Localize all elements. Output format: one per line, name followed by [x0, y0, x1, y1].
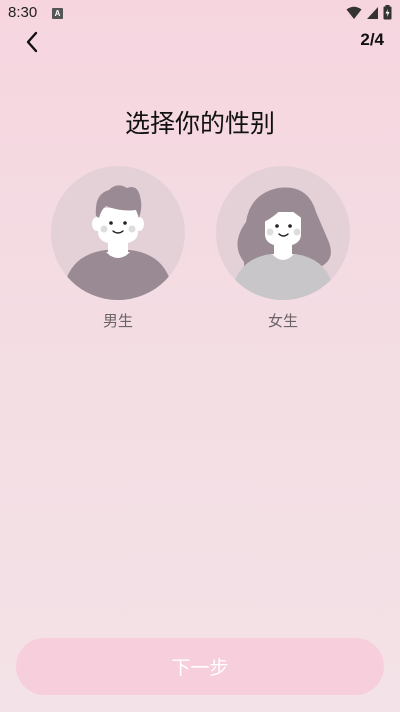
step-indicator: 2/4: [360, 30, 384, 49]
back-button[interactable]: [18, 28, 46, 56]
page-title: 选择你的性别: [124, 109, 275, 138]
chevron-left-icon: [26, 31, 38, 53]
male-avatar-icon: [51, 166, 185, 300]
gender-option-male[interactable]: 男生: [51, 166, 185, 331]
status-time: 8:30: [8, 4, 38, 21]
wifi-icon: [346, 6, 362, 19]
option-label-female: 女生: [267, 312, 298, 330]
status-icons: [346, 5, 392, 20]
female-avatar-icon: [216, 166, 350, 300]
option-label-male: 男生: [102, 312, 133, 330]
gender-option-female[interactable]: 女生: [216, 166, 350, 331]
battery-icon: [383, 5, 392, 20]
status-bar: 8:30 A: [0, 0, 400, 26]
signal-icon: [367, 6, 378, 19]
next-button[interactable]: 下一步: [16, 638, 384, 695]
notification-badge-icon: A: [52, 8, 63, 19]
